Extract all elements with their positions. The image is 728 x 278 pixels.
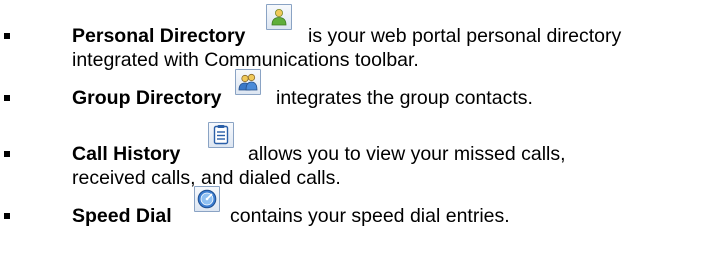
speed-dial-icon bbox=[194, 186, 220, 212]
bullet bbox=[4, 213, 10, 219]
group-directory-icon bbox=[235, 69, 261, 95]
group-directory-term: Group Directory bbox=[72, 87, 222, 109]
item-first-line: Personal Directory bbox=[72, 24, 245, 48]
item-first-line: Call History bbox=[72, 142, 180, 166]
bullet bbox=[4, 33, 10, 39]
bullet bbox=[4, 95, 10, 101]
personal-directory-icon bbox=[266, 4, 292, 30]
personal-directory-description: is your web portal personal directory bbox=[308, 25, 622, 47]
personal-directory-term: Personal Directory bbox=[72, 25, 246, 47]
group-directory-description: integrates the group contacts. bbox=[276, 87, 533, 109]
call-history-description: allows you to view your missed calls, bbox=[248, 143, 566, 165]
item-first-line: Group Directory bbox=[72, 86, 222, 110]
personal-directory-description-continued: integrated with Communications toolbar. bbox=[72, 49, 419, 71]
call-history-term: Call History bbox=[72, 143, 181, 165]
speed-dial-term: Speed Dial bbox=[72, 205, 172, 227]
speed-dial-description: contains your speed dial entries. bbox=[230, 205, 510, 227]
call-history-icon bbox=[208, 122, 234, 148]
item-first-line: Speed Dial bbox=[72, 204, 172, 228]
bullet bbox=[4, 151, 10, 157]
